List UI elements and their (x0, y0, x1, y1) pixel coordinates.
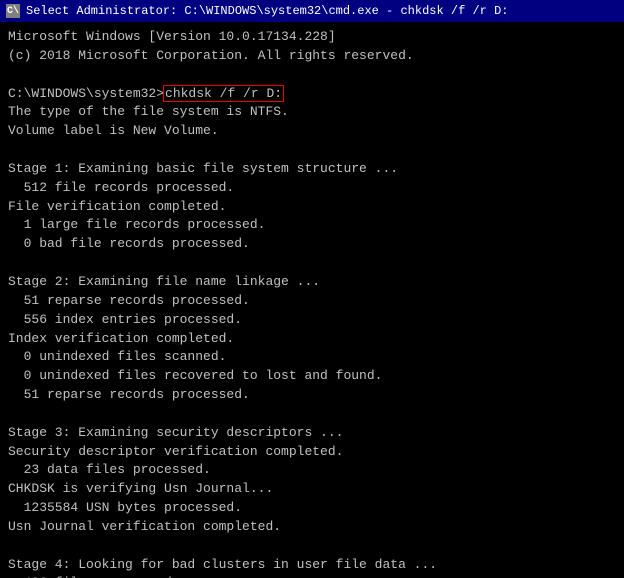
title-bar-icon: C\ (6, 4, 20, 18)
line-prompt: C:\WINDOWS\system32>chkdsk /f /r D: (8, 85, 616, 104)
line-unindexed1: 0 unindexed files scanned. (8, 348, 616, 367)
line-data-files: 23 data files processed. (8, 461, 616, 480)
line-stage1: Stage 1: Examining basic file system str… (8, 160, 616, 179)
line-empty-1 (8, 66, 616, 85)
line-usn-verify: CHKDSK is verifying Usn Journal... (8, 480, 616, 499)
line-reparse1: 51 reparse records processed. (8, 292, 616, 311)
line-index-verif: Index verification completed. (8, 330, 616, 349)
line-large-files: 1 large file records processed. (8, 216, 616, 235)
line-sec-desc: Security descriptor verification complet… (8, 443, 616, 462)
line-unindexed2: 0 unindexed files recovered to lost and … (8, 367, 616, 386)
line-usn-bytes: 1235584 USN bytes processed. (8, 499, 616, 518)
line-version: Microsoft Windows [Version 10.0.17134.22… (8, 28, 616, 47)
line-empty-3 (8, 254, 616, 273)
cmd-highlighted: chkdsk /f /r D: (164, 86, 283, 101)
title-bar-text: Select Administrator: C:\WINDOWS\system3… (26, 4, 618, 18)
line-stage2: Stage 2: Examining file name linkage ... (8, 273, 616, 292)
line-copyright: (c) 2018 Microsoft Corporation. All righ… (8, 47, 616, 66)
line-fs-type: The type of the file system is NTFS. (8, 103, 616, 122)
line-volume: Volume label is New Volume. (8, 122, 616, 141)
line-reparse2: 51 reparse records processed. (8, 386, 616, 405)
line-stage4: Stage 4: Looking for bad clusters in use… (8, 556, 616, 575)
line-file-verif: File verification completed. (8, 198, 616, 217)
line-files-proc: 496 files processed. (8, 574, 616, 578)
line-stage3: Stage 3: Examining security descriptors … (8, 424, 616, 443)
line-bad-files: 0 bad file records processed. (8, 235, 616, 254)
terminal-body: Microsoft Windows [Version 10.0.17134.22… (0, 22, 624, 578)
line-empty-2 (8, 141, 616, 160)
line-file-records: 512 file records processed. (8, 179, 616, 198)
line-usn-complete: Usn Journal verification completed. (8, 518, 616, 537)
line-empty-4 (8, 405, 616, 424)
line-index-entries: 556 index entries processed. (8, 311, 616, 330)
title-bar: C\ Select Administrator: C:\WINDOWS\syst… (0, 0, 624, 22)
line-empty-5 (8, 537, 616, 556)
